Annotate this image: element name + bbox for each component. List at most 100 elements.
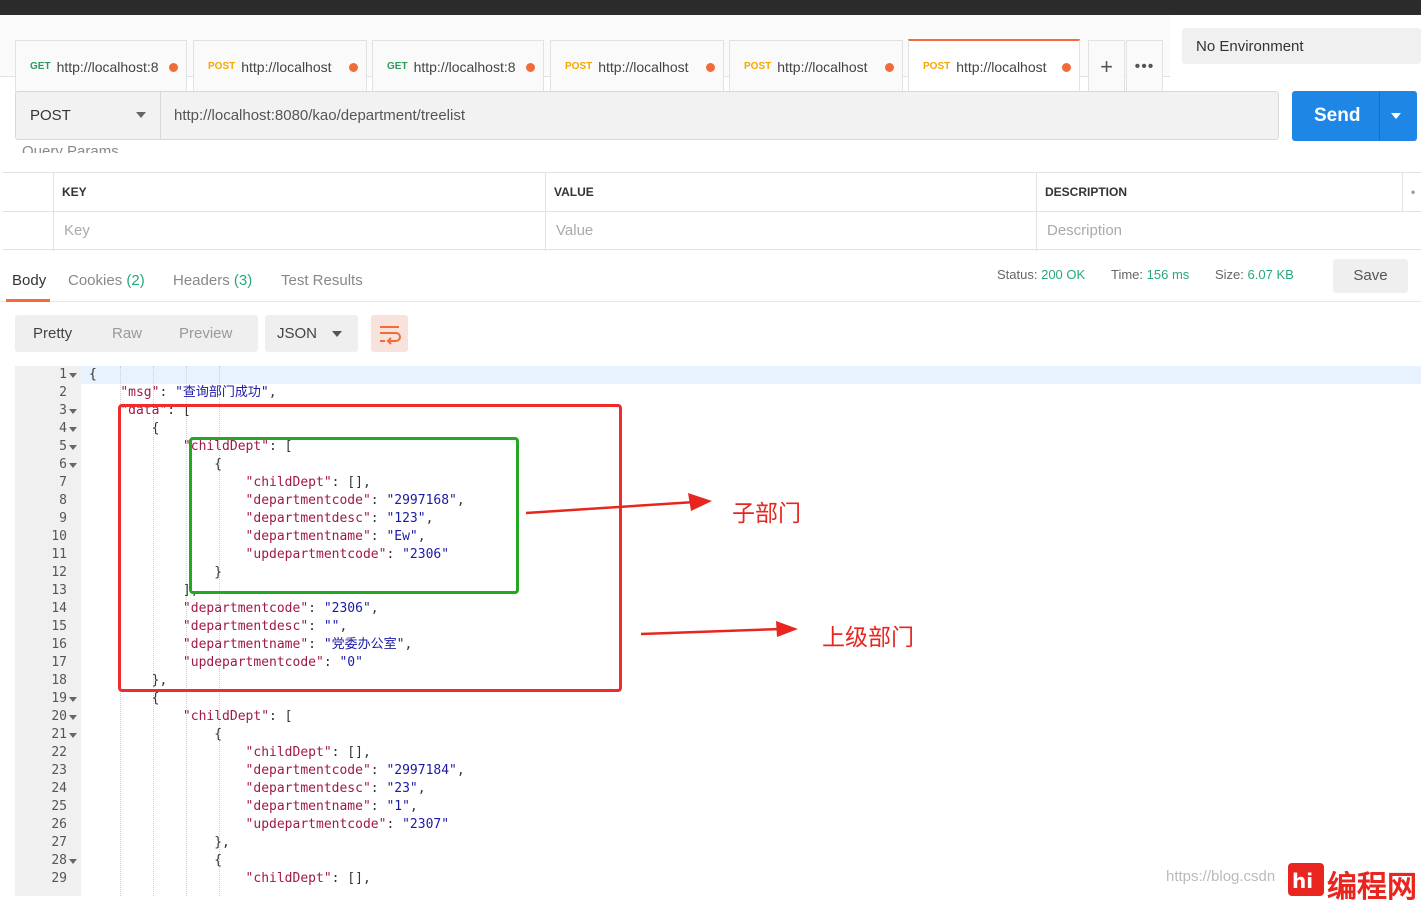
- line-number: 14: [51, 601, 67, 616]
- status-label: Status:: [997, 267, 1038, 282]
- unsaved-dot-icon: [706, 63, 715, 72]
- value-input[interactable]: Value: [545, 212, 1036, 251]
- request-tab[interactable]: POST http://localhost: [729, 40, 903, 92]
- request-tab[interactable]: GET http://localhost:8: [15, 40, 187, 92]
- format-label: JSON: [277, 325, 318, 342]
- tab-method: POST: [744, 61, 772, 72]
- params-table: KEY VALUE DESCRIPTION • Key Value Descri…: [3, 172, 1421, 251]
- tab-url: http://localhost:8: [413, 58, 516, 75]
- view-preview-button[interactable]: Preview: [179, 325, 232, 342]
- header-key: KEY: [53, 173, 545, 212]
- line-number: 5: [59, 439, 67, 454]
- fold-toggle-icon[interactable]: [69, 445, 77, 450]
- fold-toggle-icon[interactable]: [69, 427, 77, 432]
- unsaved-dot-icon: [349, 63, 358, 72]
- tab-method: GET: [30, 61, 51, 72]
- query-params-title: Query Params: [22, 143, 119, 153]
- request-tab[interactable]: POST http://localhost: [550, 40, 724, 92]
- tab-cookies[interactable]: Cookies (2): [68, 272, 145, 289]
- params-bulk-edit-icon[interactable]: •: [1402, 173, 1421, 212]
- request-tab-active[interactable]: POST http://localhost: [908, 39, 1080, 92]
- headers-count: (3): [233, 272, 253, 289]
- window-titlebar: [0, 0, 1421, 15]
- line-number: 13: [51, 583, 67, 598]
- request-tab[interactable]: GET http://localhost:8: [372, 40, 544, 92]
- arrow-to-parent-label: [640, 621, 798, 637]
- wrap-lines-button[interactable]: [371, 315, 408, 352]
- send-options-caret-icon[interactable]: [1391, 113, 1401, 119]
- tab-body[interactable]: Body: [12, 272, 46, 289]
- url-input[interactable]: http://localhost:8080/kao/department/tre…: [174, 107, 465, 124]
- wrap-icon: [380, 326, 401, 345]
- line-number: 27: [51, 835, 67, 850]
- line-number: 7: [59, 475, 67, 490]
- method-select[interactable]: POST: [16, 92, 161, 139]
- save-response-button[interactable]: Save: [1333, 259, 1408, 293]
- plus-icon: +: [1100, 53, 1113, 79]
- line-number: 4: [59, 421, 67, 436]
- unsaved-dot-icon: [885, 63, 894, 72]
- description-input[interactable]: Description: [1036, 212, 1421, 251]
- code-line: {: [89, 367, 97, 382]
- code-line: "childDept": [: [182, 709, 293, 724]
- caret-down-icon: [332, 331, 342, 337]
- response-tabs: Body Cookies (2) Headers (3) Test Result…: [0, 262, 1421, 302]
- line-number: 1: [59, 367, 67, 382]
- line-number: 2: [59, 385, 67, 400]
- line-number: 11: [51, 547, 67, 562]
- site-logo-text: 编程网: [1327, 870, 1417, 905]
- cookies-count: (2): [126, 272, 145, 289]
- line-number: 6: [59, 457, 67, 472]
- status-value: 200 OK: [1041, 267, 1086, 282]
- method-label: POST: [30, 107, 71, 124]
- new-tab-button[interactable]: +: [1088, 40, 1125, 92]
- line-number: 28: [51, 853, 67, 868]
- code-line: "childDept": [],: [245, 745, 371, 760]
- line-number: 16: [51, 637, 67, 652]
- fold-toggle-icon[interactable]: [69, 733, 77, 738]
- active-line-highlight: [81, 366, 1421, 384]
- tab-url: http://localhost:8: [56, 58, 159, 75]
- line-number: 23: [51, 763, 67, 778]
- fold-toggle-icon[interactable]: [69, 463, 77, 468]
- size-value: 6.07 KB: [1247, 267, 1294, 282]
- fold-toggle-icon[interactable]: [69, 715, 77, 720]
- status-info: Status: 200 OK: [997, 267, 1085, 282]
- send-button[interactable]: Send: [1292, 91, 1417, 141]
- fold-toggle-icon[interactable]: [69, 859, 77, 864]
- tab-headers[interactable]: Headers (3): [173, 272, 252, 289]
- request-tab-strip: GET http://localhost:8 POST http://localho…: [0, 15, 1170, 92]
- code-line: "updepartmentcode": "2307": [245, 817, 450, 832]
- unsaved-dot-icon: [169, 63, 178, 72]
- child-dept-annotation: 子部门: [732, 501, 801, 527]
- fold-toggle-icon[interactable]: [69, 373, 77, 378]
- tab-test-results[interactable]: Test Results: [281, 272, 363, 289]
- tab-method: POST: [208, 61, 236, 72]
- fold-toggle-icon[interactable]: [69, 697, 77, 702]
- line-number: 21: [51, 727, 67, 742]
- fold-toggle-icon[interactable]: [69, 409, 77, 414]
- tab-cookies-label: Cookies: [68, 272, 123, 289]
- size-label: Size:: [1215, 267, 1244, 282]
- view-pretty-button[interactable]: Pretty: [33, 325, 72, 342]
- format-select[interactable]: JSON: [265, 315, 358, 352]
- request-bar: POST http://localhost:8080/kao/departmen…: [15, 91, 1279, 140]
- key-input[interactable]: Key: [53, 212, 545, 251]
- more-tabs-button[interactable]: •••: [1126, 40, 1163, 92]
- line-number: 24: [51, 781, 67, 796]
- tab-method: POST: [923, 61, 951, 72]
- environment-select[interactable]: No Environment: [1182, 28, 1421, 64]
- line-number: 29: [51, 871, 67, 886]
- size-info: Size: 6.07 KB: [1215, 267, 1294, 282]
- tab-url: http://localhost: [598, 58, 689, 75]
- code-line: },: [89, 835, 230, 850]
- caret-down-icon: [136, 112, 146, 118]
- line-number: 18: [51, 673, 67, 688]
- header-value: VALUE: [545, 173, 1036, 212]
- time-label: Time:: [1111, 267, 1144, 282]
- environment-label: No Environment: [1196, 38, 1304, 55]
- view-raw-button[interactable]: Raw: [112, 325, 142, 342]
- tab-method: POST: [565, 61, 593, 72]
- request-tab[interactable]: POST http://localhost: [193, 40, 367, 92]
- code-line: {: [89, 727, 223, 742]
